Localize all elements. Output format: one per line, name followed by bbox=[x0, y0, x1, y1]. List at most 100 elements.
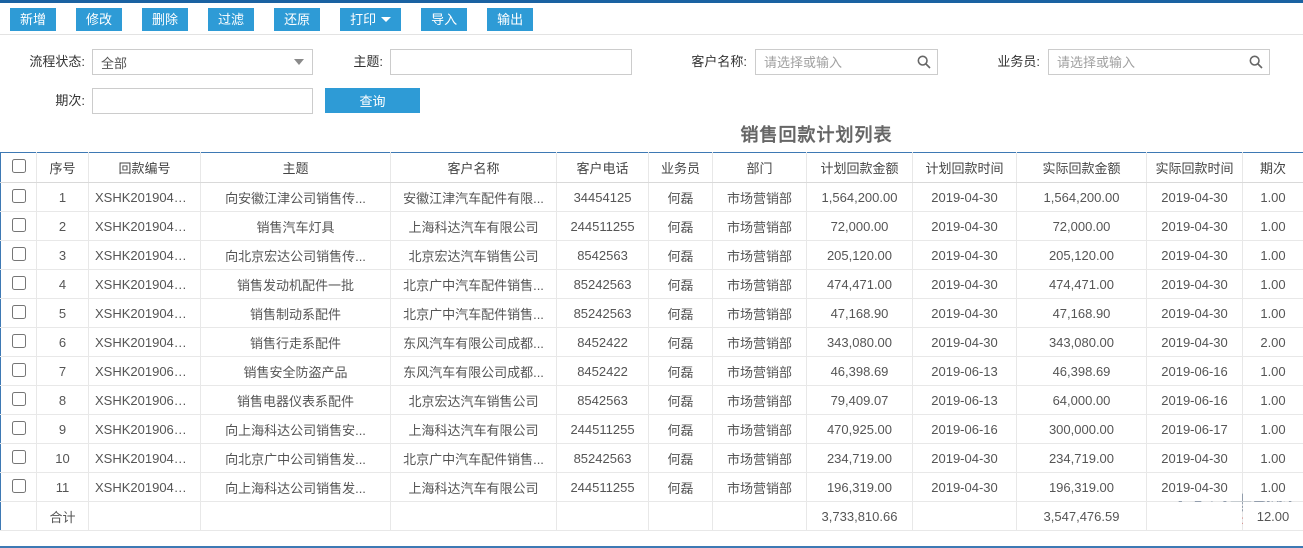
grid-wrap: 序号 回款编号 主题 客户名称 客户电话 业务员 部门 计划回款金额 计划回款时… bbox=[0, 152, 1303, 531]
payment-code-link[interactable]: XSHK2019040006 bbox=[88, 298, 201, 328]
payment-code-link[interactable]: XSHK2019040002 bbox=[88, 182, 201, 212]
actual-date: 2019-04-30 bbox=[1146, 240, 1243, 270]
salesman-input[interactable] bbox=[1048, 49, 1270, 75]
salesman-link[interactable]: 何磊 bbox=[648, 298, 713, 328]
subject-link[interactable]: 销售安全防盗产品 bbox=[200, 356, 391, 386]
add-button[interactable]: 新增 bbox=[10, 8, 57, 31]
customer-phone: 8452422 bbox=[556, 327, 649, 357]
restore-button[interactable]: 还原 bbox=[274, 8, 321, 31]
payment-code-link[interactable]: XSHK2019040004 bbox=[88, 240, 201, 270]
salesman-link[interactable]: 何磊 bbox=[648, 327, 713, 357]
payment-code-link[interactable]: XSHK2019060003 bbox=[88, 414, 201, 444]
subject-link[interactable]: 向北京宏达公司销售传... bbox=[200, 240, 391, 270]
customer-name-input[interactable] bbox=[755, 49, 938, 75]
salesman-link[interactable]: 何磊 bbox=[648, 211, 713, 241]
period: 1.00 bbox=[1242, 472, 1303, 502]
subject-input[interactable] bbox=[390, 49, 632, 75]
salesman-link[interactable]: 何磊 bbox=[648, 269, 713, 299]
plan-amount: 1,564,200.00 bbox=[806, 182, 913, 212]
payment-code-link[interactable]: XSHK2019040005 bbox=[88, 269, 201, 299]
payment-code-link[interactable]: XSHK2019040009 bbox=[88, 472, 201, 502]
print-button-label: 打印 bbox=[350, 12, 377, 27]
subject-link[interactable]: 销售制动系配件 bbox=[200, 298, 391, 328]
customer-name-link[interactable]: 北京广中汽车配件销售... bbox=[390, 269, 557, 299]
payment-code-link[interactable]: XSHK2019040003 bbox=[88, 211, 201, 241]
subject-link[interactable]: 销售发动机配件一批 bbox=[200, 269, 391, 299]
plan-date: 2019-04-30 bbox=[912, 240, 1017, 270]
customer-name-link[interactable]: 安徽江津汽车配件有限... bbox=[390, 182, 557, 212]
row-checkbox[interactable] bbox=[11, 391, 26, 406]
subject-link[interactable]: 向上海科达公司销售发... bbox=[200, 472, 391, 502]
row-checkbox[interactable] bbox=[11, 478, 26, 493]
row-index: 6 bbox=[36, 327, 89, 357]
period: 1.00 bbox=[1242, 240, 1303, 270]
salesman-link[interactable]: 何磊 bbox=[648, 385, 713, 415]
customer-name-link[interactable]: 东风汽车有限公司成都... bbox=[390, 327, 557, 357]
payment-code-link[interactable]: XSHK2019060002 bbox=[88, 385, 201, 415]
subject-link[interactable]: 向上海科达公司销售安... bbox=[200, 414, 391, 444]
process-status-select[interactable]: 全部 bbox=[92, 49, 313, 75]
plan-amount: 205,120.00 bbox=[806, 240, 913, 270]
export-button[interactable]: 输出 bbox=[487, 8, 534, 31]
customer-phone: 85242563 bbox=[556, 269, 649, 299]
salesman-link[interactable]: 何磊 bbox=[648, 414, 713, 444]
actual-date: 2019-04-30 bbox=[1146, 327, 1243, 357]
salesman-link[interactable]: 何磊 bbox=[648, 240, 713, 270]
salesman-link[interactable]: 何磊 bbox=[648, 472, 713, 502]
plan-date: 2019-04-30 bbox=[912, 298, 1017, 328]
payment-code-link[interactable]: XSHK2019040008 bbox=[88, 443, 201, 473]
customer-name-link[interactable]: 上海科达汽车有限公司 bbox=[390, 472, 557, 502]
department: 市场营销部 bbox=[712, 414, 807, 444]
department: 市场营销部 bbox=[712, 240, 807, 270]
row-checkbox[interactable] bbox=[11, 217, 26, 232]
subject-link[interactable]: 向安徽江津公司销售传... bbox=[200, 182, 391, 212]
modify-button[interactable]: 修改 bbox=[76, 8, 123, 31]
customer-name-link[interactable]: 北京广中汽车配件销售... bbox=[390, 443, 557, 473]
search-icon[interactable] bbox=[1248, 54, 1264, 70]
row-checkbox[interactable] bbox=[11, 246, 26, 261]
row-checkbox[interactable] bbox=[11, 304, 26, 319]
salesman-link[interactable]: 何磊 bbox=[648, 182, 713, 212]
period-label: 期次: bbox=[55, 93, 85, 108]
salesman-link[interactable]: 何磊 bbox=[648, 356, 713, 386]
table-row: 2 XSHK2019040003 销售汽车灯具 上海科达汽车有限公司 244511255… bbox=[0, 211, 1303, 241]
delete-button[interactable]: 删除 bbox=[142, 8, 189, 31]
subject-link[interactable]: 销售电器仪表系配件 bbox=[200, 385, 391, 415]
row-checkbox[interactable] bbox=[11, 333, 26, 348]
customer-phone: 8452422 bbox=[556, 356, 649, 386]
subject-link[interactable]: 销售汽车灯具 bbox=[200, 211, 391, 241]
row-checkbox[interactable] bbox=[11, 420, 26, 435]
col-actual-amount: 实际回款金额 bbox=[1016, 152, 1147, 183]
department: 市场营销部 bbox=[712, 356, 807, 386]
search-icon[interactable] bbox=[916, 54, 932, 70]
row-checkbox[interactable] bbox=[11, 275, 26, 290]
period-input[interactable] bbox=[92, 88, 313, 114]
payment-code-link[interactable]: XSHK2019040007 bbox=[88, 327, 201, 357]
filter-button[interactable]: 过滤 bbox=[208, 8, 255, 31]
actual-date: 2019-06-16 bbox=[1146, 356, 1243, 386]
plan-date: 2019-06-16 bbox=[912, 414, 1017, 444]
payment-code-link[interactable]: XSHK2019060001 bbox=[88, 356, 201, 386]
customer-name-link[interactable]: 上海科达汽车有限公司 bbox=[390, 414, 557, 444]
customer-name-link[interactable]: 北京广中汽车配件销售... bbox=[390, 298, 557, 328]
total-row: 合计 3,733,810.66 3,547,476.59 12.00 bbox=[0, 501, 1303, 531]
subject-link[interactable]: 销售行走系配件 bbox=[200, 327, 391, 357]
total-empty-cell bbox=[1146, 501, 1243, 531]
customer-name-link[interactable]: 东风汽车有限公司成都... bbox=[390, 356, 557, 386]
customer-name-link[interactable]: 北京宏达汽车销售公司 bbox=[390, 385, 557, 415]
row-checkbox[interactable] bbox=[11, 449, 26, 464]
subject-link[interactable]: 向北京广中公司销售发... bbox=[200, 443, 391, 473]
query-button[interactable]: 查询 bbox=[325, 88, 420, 113]
total-empty-cell bbox=[200, 501, 391, 531]
customer-name-link[interactable]: 北京宏达汽车销售公司 bbox=[390, 240, 557, 270]
salesman-link[interactable]: 何磊 bbox=[648, 443, 713, 473]
period: 1.00 bbox=[1242, 182, 1303, 212]
print-button[interactable]: 打印 bbox=[340, 8, 402, 31]
row-checkbox[interactable] bbox=[11, 362, 26, 377]
select-all-checkbox[interactable] bbox=[11, 159, 26, 173]
import-button[interactable]: 导入 bbox=[421, 8, 468, 31]
row-checkbox[interactable] bbox=[11, 188, 26, 203]
customer-name-link[interactable]: 上海科达汽车有限公司 bbox=[390, 211, 557, 241]
customer-phone: 8542563 bbox=[556, 385, 649, 415]
table-row: 9 XSHK2019060003 向上海科达公司销售安... 上海科达汽车有限公司 24… bbox=[0, 414, 1303, 444]
